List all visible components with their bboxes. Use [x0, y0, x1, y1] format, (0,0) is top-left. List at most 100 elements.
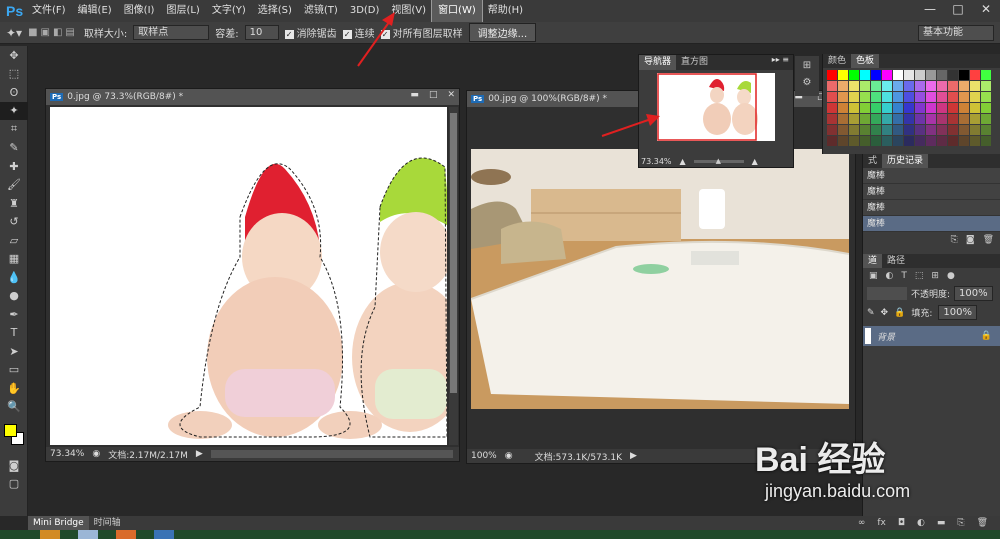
refine-edge-button[interactable]: 调整边缘... — [468, 23, 537, 42]
swatch[interactable] — [915, 136, 925, 146]
filter-image-icon[interactable]: ▣ — [869, 271, 878, 281]
swatch[interactable] — [904, 125, 914, 135]
swatch[interactable] — [871, 136, 881, 146]
hand-tool-icon[interactable]: ✋ — [0, 379, 28, 398]
blend-mode-select[interactable] — [867, 287, 907, 300]
minimize-button[interactable]: — — [916, 0, 944, 18]
swatch-grid[interactable] — [823, 68, 1000, 146]
swatch[interactable] — [981, 70, 991, 80]
zoom-in-icon[interactable]: ▲ — [752, 157, 758, 166]
snapshot-icon[interactable]: ◙ — [966, 235, 975, 245]
antialias-checkbox[interactable]: ✓ 消除锯齿 — [284, 25, 337, 40]
swatch[interactable] — [904, 81, 914, 91]
menu-help[interactable]: 帮助(H) — [482, 0, 529, 22]
zoom-level[interactable]: 100% — [471, 451, 497, 461]
swatch[interactable] — [849, 70, 859, 80]
swatch[interactable] — [849, 114, 859, 124]
swatch[interactable] — [871, 81, 881, 91]
swatch[interactable] — [904, 103, 914, 113]
swatch[interactable] — [849, 92, 859, 102]
history-item[interactable]: 魔棒 — [863, 200, 1000, 216]
swatch[interactable] — [970, 125, 980, 135]
selection-mode-icons[interactable]: ■▣◧▤ — [28, 27, 78, 38]
swatch[interactable] — [937, 81, 947, 91]
swatch[interactable] — [893, 70, 903, 80]
zoom-slider-handle[interactable]: ▲ — [716, 157, 721, 165]
screen-mode-icon[interactable]: ▢ — [0, 475, 28, 494]
navigator-panel-icon[interactable]: ⊞ — [803, 60, 811, 71]
maximize-icon[interactable]: □ — [429, 90, 438, 100]
swatch[interactable] — [915, 125, 925, 135]
filter-type-icon[interactable]: T — [901, 271, 907, 281]
swatch[interactable] — [860, 70, 870, 80]
swatch[interactable] — [882, 81, 892, 91]
swatch[interactable] — [838, 125, 848, 135]
swatch[interactable] — [959, 136, 969, 146]
healing-tool-icon[interactable]: ✚ — [0, 157, 28, 176]
swatch[interactable] — [959, 125, 969, 135]
status-info-icon[interactable]: ◉ — [505, 451, 513, 461]
status-arrow-icon[interactable]: ▶ — [196, 449, 203, 459]
foreground-color-swatch[interactable] — [4, 424, 17, 437]
swatch[interactable] — [970, 81, 980, 91]
swatch[interactable] — [849, 136, 859, 146]
swatch[interactable] — [860, 114, 870, 124]
canvas-room[interactable] — [471, 149, 849, 409]
swatch[interactable] — [959, 70, 969, 80]
filter-shape-icon[interactable]: ⬚ — [915, 271, 924, 281]
swatch[interactable] — [882, 92, 892, 102]
zoom-level[interactable]: 73.34% — [50, 449, 84, 459]
dodge-tool-icon[interactable]: ● — [0, 287, 28, 306]
swatch[interactable] — [904, 114, 914, 124]
fill-input[interactable]: 100% — [938, 305, 977, 320]
swatch[interactable] — [959, 103, 969, 113]
close-icon[interactable]: ✕ — [447, 90, 455, 100]
swatch[interactable] — [926, 114, 936, 124]
zoom-out-icon[interactable]: ▲ — [680, 157, 686, 166]
swatch[interactable] — [915, 81, 925, 91]
contiguous-checkbox[interactable]: ✓ 连续 — [342, 25, 375, 40]
scroll-thumb[interactable] — [450, 113, 457, 393]
swatch[interactable] — [871, 70, 881, 80]
settings-panel-icon[interactable]: ⚙ — [803, 77, 812, 88]
eyedropper-tool-icon[interactable]: ✎ — [0, 139, 28, 158]
shape-tool-icon[interactable]: ▭ — [0, 361, 28, 380]
swatch[interactable] — [882, 125, 892, 135]
tab-histogram[interactable]: 直方图 — [676, 55, 713, 70]
swatch[interactable] — [882, 114, 892, 124]
lock-pixels-icon[interactable]: ✎ — [867, 308, 875, 318]
swatch[interactable] — [904, 92, 914, 102]
marquee-tool-icon[interactable]: ⬚ — [0, 65, 28, 84]
swatch[interactable] — [860, 81, 870, 91]
move-tool-icon[interactable]: ✥ — [0, 46, 28, 65]
menu-image[interactable]: 图像(I) — [118, 0, 161, 22]
swatch[interactable] — [838, 114, 848, 124]
vertical-scrollbar[interactable] — [449, 107, 458, 445]
swatch[interactable] — [827, 70, 837, 80]
swatch[interactable] — [871, 114, 881, 124]
swatch[interactable] — [970, 92, 980, 102]
swatch[interactable] — [926, 103, 936, 113]
type-tool-icon[interactable]: T — [0, 324, 28, 343]
swatch[interactable] — [937, 92, 947, 102]
swatch[interactable] — [827, 81, 837, 91]
swatch[interactable] — [860, 136, 870, 146]
path-select-icon[interactable]: ➤ — [0, 342, 28, 361]
brush-tool-icon[interactable]: 🖌 — [0, 176, 28, 195]
crop-tool-icon[interactable]: ⌗ — [0, 120, 28, 139]
canvas-babies[interactable] — [50, 107, 447, 445]
menu-view[interactable]: 视图(V) — [385, 0, 432, 22]
opacity-input[interactable]: 100% — [954, 286, 993, 301]
minimize-icon[interactable]: ▬ — [410, 90, 419, 100]
lock-move-icon[interactable]: ✥ — [881, 308, 889, 318]
close-button[interactable]: ✕ — [972, 0, 1000, 18]
lasso-tool-icon[interactable]: ʘ — [0, 83, 28, 102]
swatch[interactable] — [948, 81, 958, 91]
menu-edit[interactable]: 编辑(E) — [72, 0, 118, 22]
pen-tool-icon[interactable]: ✒ — [0, 305, 28, 324]
swatch[interactable] — [882, 70, 892, 80]
swatch[interactable] — [926, 136, 936, 146]
swatch[interactable] — [948, 114, 958, 124]
swatch[interactable] — [948, 125, 958, 135]
swatch[interactable] — [926, 70, 936, 80]
